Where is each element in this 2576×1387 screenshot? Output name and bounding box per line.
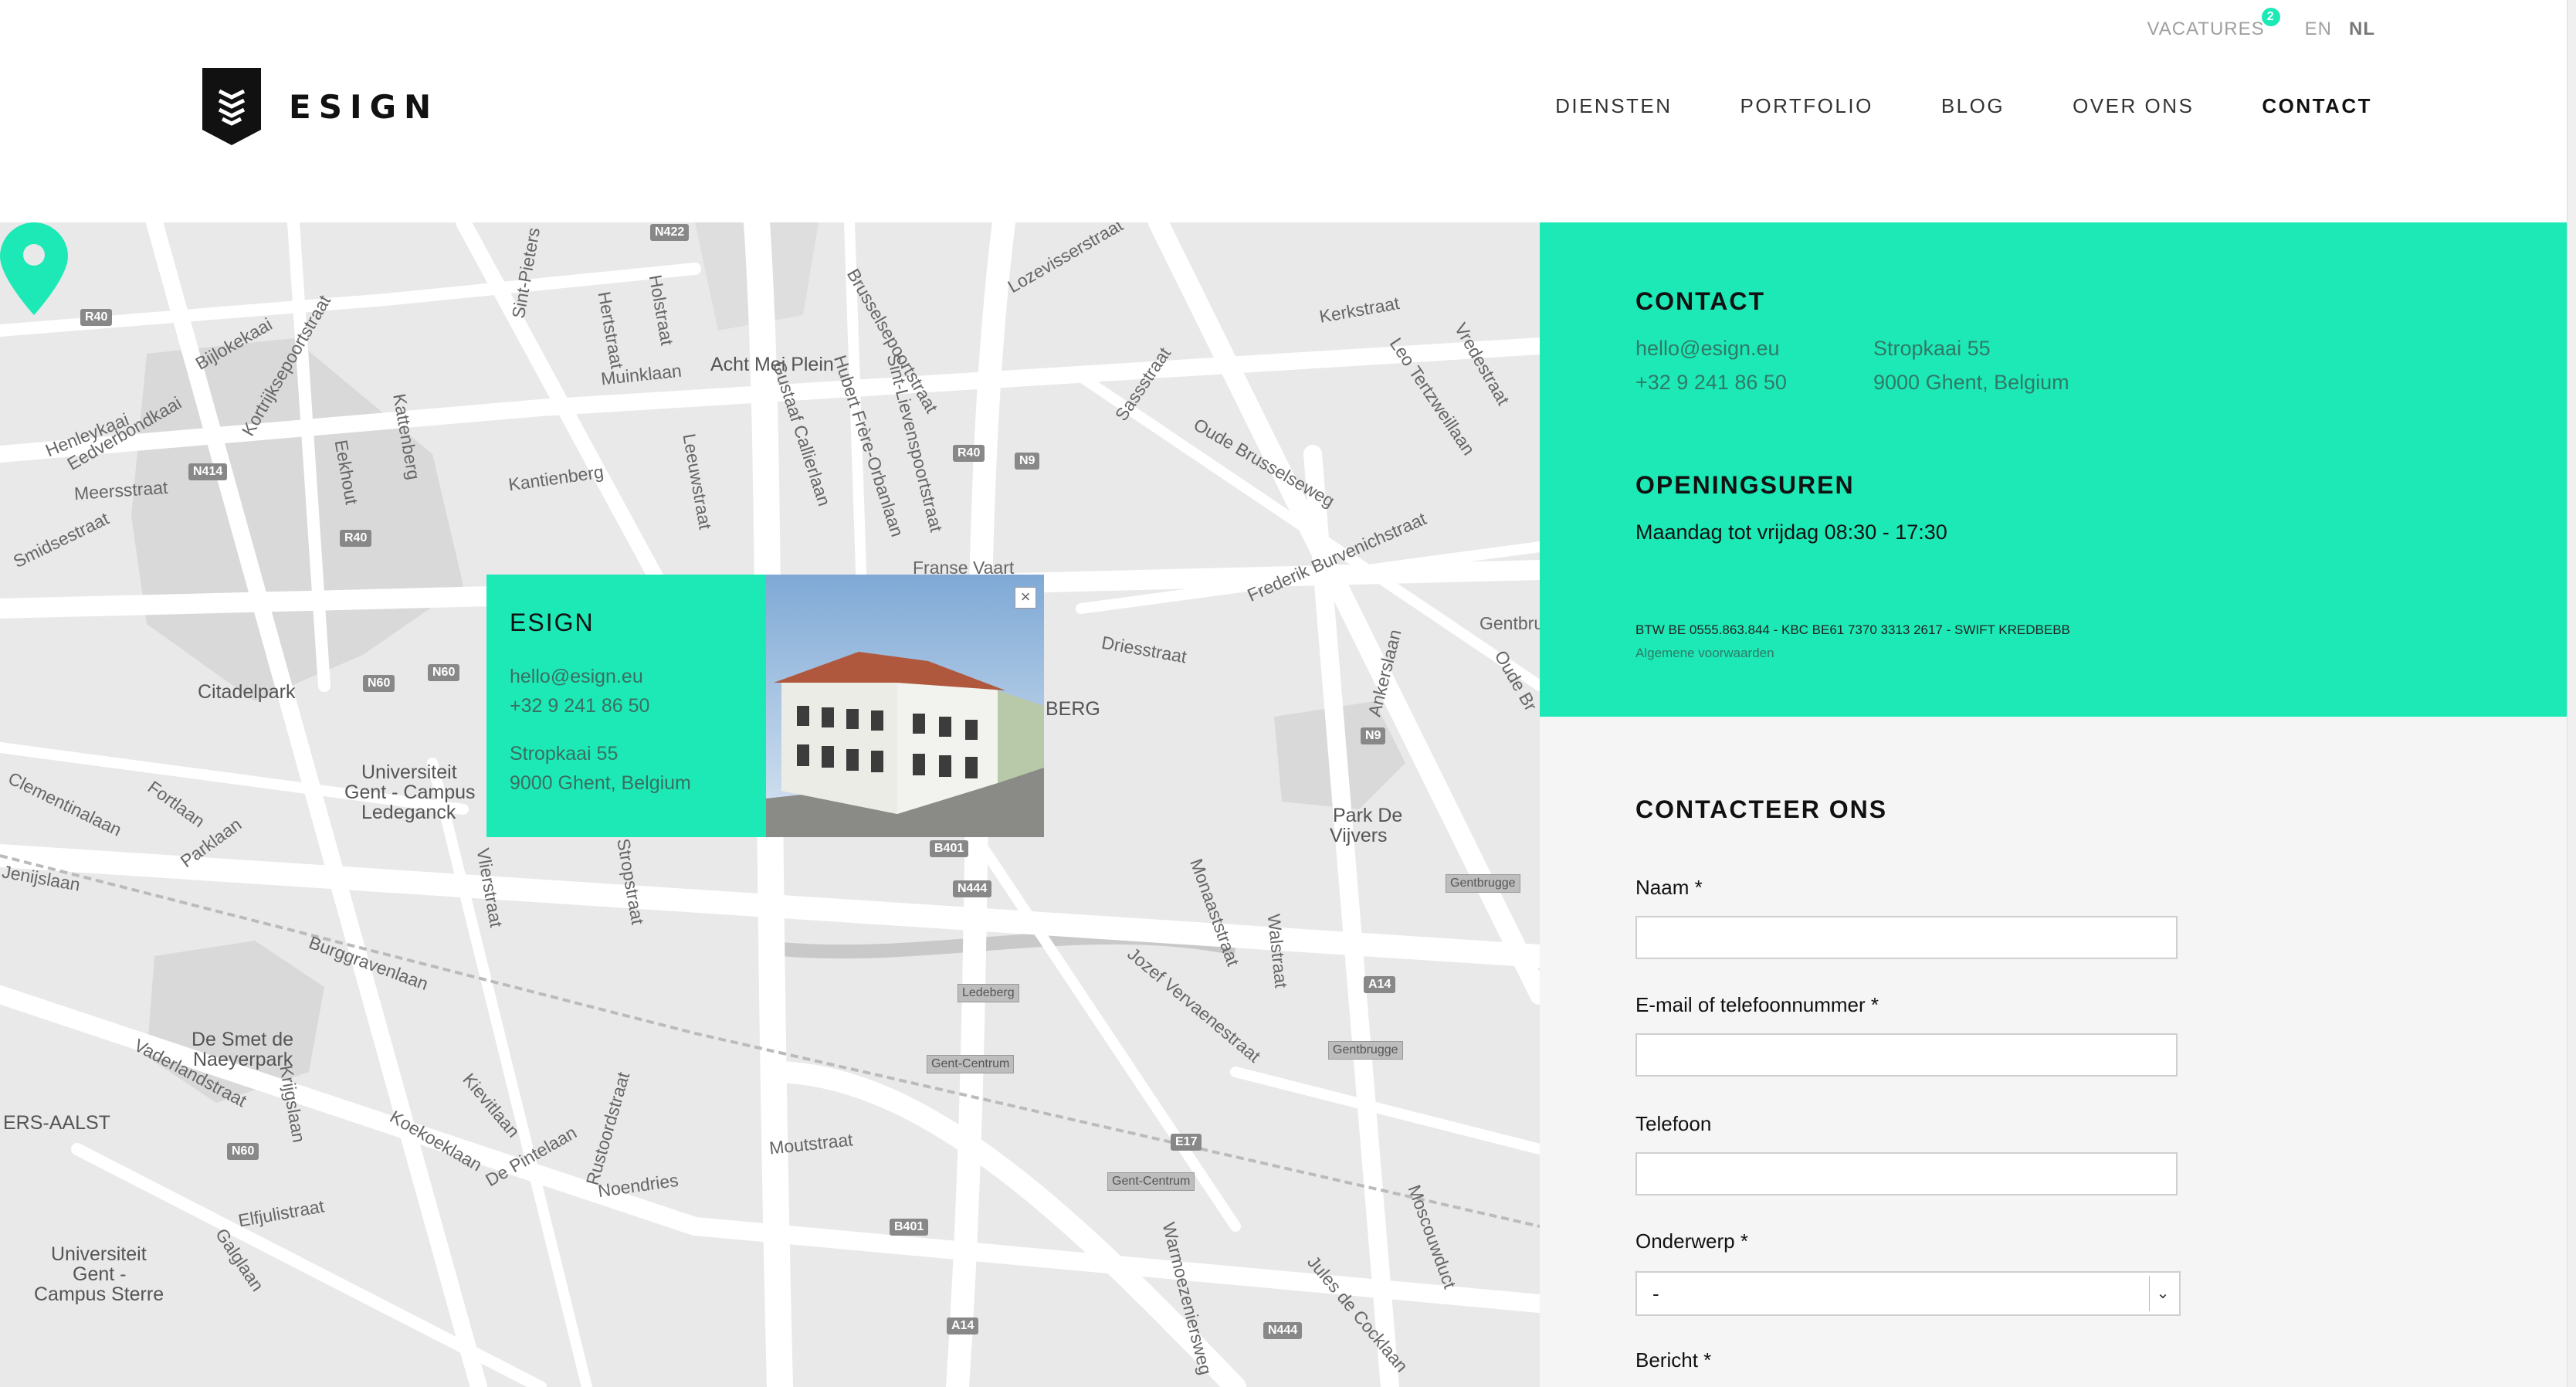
location-pin-icon[interactable] (0, 222, 68, 315)
nav-item-contact[interactable]: CONTACT (2262, 94, 2372, 118)
legal-info: BTW BE 0555.863.844 - KBC BE61 7370 3313… (1635, 622, 2070, 637)
subject-label: Onderwerp * (1635, 1229, 1748, 1253)
road-shield: N422 (650, 224, 690, 241)
road-shield: N9 (1361, 727, 1386, 744)
contact-street: Stropkaai 55 (1873, 337, 1991, 360)
email-or-phone-field[interactable] (1635, 1033, 2178, 1077)
chevron-down-icon[interactable]: ⌄ (2149, 1276, 2176, 1311)
road-shield: N414 (188, 463, 228, 480)
map-label: Campus Sterre (34, 1284, 164, 1305)
map-label: Gentbru (1480, 613, 1540, 633)
info-window-city: 9000 Ghent, Belgium (510, 772, 691, 794)
subject-selected-value: - (1652, 1282, 1659, 1305)
contact-info-panel: CONTACT hello@esign.eu +32 9 241 86 50 S… (1540, 222, 2567, 717)
contact-city: 9000 Ghent, Belgium (1873, 371, 2069, 394)
top-links: VACATURES 2 EN NL (2147, 8, 2375, 40)
vacatures-count-badge: 2 (2261, 8, 2280, 26)
map-info-window: ESIGN hello@esign.eu +32 9 241 86 50 Str… (486, 575, 1044, 837)
site-header: ESIGN VACATURES 2 EN NL DIENSTEN PORTFOL… (0, 0, 2576, 222)
name-field[interactable] (1635, 916, 2178, 959)
info-window-email[interactable]: hello@esign.eu (510, 666, 643, 688)
road-shield: N444 (953, 880, 992, 897)
name-label: Naam * (1635, 876, 1703, 899)
nav-item-over-ons[interactable]: OVER ONS (2073, 94, 2194, 118)
road-shield: R40 (80, 309, 113, 326)
form-title: CONTACTEER ONS (1635, 795, 1888, 823)
page-scrollbar[interactable] (2567, 0, 2576, 1387)
map-label: Vijvers (1330, 825, 1388, 846)
vacatures-link[interactable]: VACATURES 2 (2147, 8, 2280, 40)
road-shield: E17 (1171, 1134, 1202, 1151)
road-shield: N60 (428, 664, 460, 681)
transit-stop-label: Gentbrugge (1446, 874, 1520, 893)
road-shield: A14 (947, 1317, 979, 1334)
nav-item-blog[interactable]: BLOG (1941, 94, 2005, 118)
map-label: De Smet de (192, 1029, 294, 1050)
map[interactable]: Acht Mei Plein Citadelpark Universiteit … (0, 222, 1540, 1387)
road-shield: R40 (340, 530, 372, 547)
brand-name[interactable]: ESIGN (289, 88, 439, 126)
road-shield: N60 (363, 675, 395, 692)
phone-label: Telefoon (1635, 1112, 1712, 1135)
road-shield: A14 (1364, 976, 1396, 993)
lang-en-link[interactable]: EN (2305, 19, 2332, 40)
main-nav: DIENSTEN PORTFOLIO BLOG OVER ONS CONTACT (1487, 94, 2372, 118)
map-label: Universiteit (51, 1243, 147, 1265)
info-window-street: Stropkaai 55 (510, 743, 619, 765)
map-label: ERS-AALST (3, 1112, 110, 1134)
map-label: Park De (1333, 805, 1403, 826)
road-shield: R40 (953, 445, 985, 462)
road-shield: N9 (1015, 453, 1040, 470)
close-icon[interactable]: × (1015, 587, 1036, 609)
map-label: Gent - (73, 1263, 127, 1285)
road-shield: N444 (1263, 1322, 1303, 1339)
info-window-phone[interactable]: +32 9 241 86 50 (510, 695, 649, 717)
message-label: Bericht * (1635, 1348, 1712, 1372)
map-label: Gent - Campus (344, 782, 476, 803)
lang-nl-link[interactable]: NL (2349, 19, 2375, 40)
transit-stop-label: Gent-Centrum (1107, 1172, 1195, 1191)
office-photo: × (766, 575, 1044, 837)
esign-logo-icon[interactable] (202, 68, 261, 145)
map-label: Citadelpark (198, 681, 296, 703)
transit-stop-label: Gentbrugge (1328, 1041, 1403, 1060)
map-info-details: ESIGN hello@esign.eu +32 9 241 86 50 Str… (486, 575, 766, 837)
road-shield: B401 (890, 1219, 929, 1236)
contact-email[interactable]: hello@esign.eu (1635, 337, 1780, 361)
contact-form: CONTACTEER ONS Naam * E-mail of telefoon… (1540, 717, 2567, 1387)
nav-item-diensten[interactable]: DIENSTEN (1555, 94, 1672, 118)
map-label: BERG (1046, 698, 1100, 720)
subject-select[interactable]: - ⌄ (1635, 1271, 2181, 1316)
info-window-title: ESIGN (510, 609, 595, 636)
nav-item-portfolio[interactable]: PORTFOLIO (1740, 94, 1873, 118)
opening-hours: Maandag tot vrijdag 08:30 - 17:30 (1635, 521, 1947, 544)
transit-stop-label: Gent-Centrum (927, 1055, 1015, 1073)
terms-link[interactable]: Algemene voorwaarden (1635, 646, 1774, 661)
road-shield: B401 (930, 840, 969, 857)
vacatures-label[interactable]: VACATURES (2147, 19, 2265, 39)
opening-hours-title: OPENINGSUREN (1635, 471, 1855, 499)
contact-title: CONTACT (1635, 287, 1766, 315)
road-shield: N60 (227, 1143, 259, 1160)
map-label: Ledeganck (361, 802, 456, 823)
map-label: Universiteit (361, 761, 457, 783)
contact-phone[interactable]: +32 9 241 86 50 (1635, 371, 1787, 395)
transit-stop-label: Ledeberg (958, 984, 1019, 1002)
phone-field[interactable] (1635, 1152, 2178, 1195)
email-phone-label: E-mail of telefoonnummer * (1635, 993, 1879, 1016)
